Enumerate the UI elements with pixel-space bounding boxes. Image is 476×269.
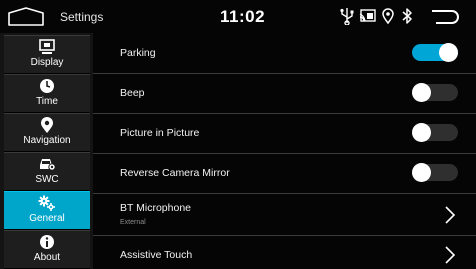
sidebar-item-label: Display bbox=[30, 57, 64, 68]
sidebar-item-label: SWC bbox=[35, 174, 59, 185]
settings-sidebar: Display Time Navigation SWC General Abou… bbox=[0, 33, 93, 269]
sidebar-item-general[interactable]: General bbox=[4, 191, 90, 230]
status-bar: Settings 11:02 bbox=[0, 0, 476, 33]
setting-row-parking[interactable]: Parking bbox=[93, 33, 476, 74]
beep-toggle[interactable] bbox=[412, 83, 458, 102]
toggle-knob bbox=[412, 83, 431, 102]
toggle-knob bbox=[412, 163, 431, 182]
setting-title: BT Microphone bbox=[120, 202, 192, 214]
toggle-knob bbox=[412, 123, 431, 142]
setting-row-picture-in-picture[interactable]: Picture in Picture bbox=[93, 113, 476, 154]
reverse-camera-mirror-toggle[interactable] bbox=[412, 163, 458, 182]
app-title: Settings bbox=[60, 10, 104, 24]
location-icon bbox=[379, 7, 397, 25]
steering-wheel-control-icon bbox=[38, 156, 56, 172]
chevron-right-icon[interactable] bbox=[443, 245, 457, 265]
gears-icon bbox=[38, 195, 56, 211]
sidebar-item-display[interactable]: Display bbox=[4, 35, 90, 74]
sidebar-item-label: General bbox=[29, 213, 65, 224]
bluetooth-icon bbox=[398, 7, 416, 25]
picture-in-picture-toggle[interactable] bbox=[412, 123, 458, 142]
setting-row-assistive-touch[interactable]: Assistive Touch bbox=[93, 235, 476, 269]
usb-icon bbox=[338, 7, 356, 25]
home-icon[interactable] bbox=[4, 7, 48, 27]
location-pin-icon bbox=[38, 117, 56, 133]
clock-icon bbox=[38, 78, 56, 94]
settings-screen: Settings 11:02 Display Time Navigation S… bbox=[0, 0, 476, 269]
sidebar-item-label: Navigation bbox=[23, 135, 71, 146]
parking-toggle[interactable] bbox=[412, 43, 458, 62]
sidebar-item-label: Time bbox=[36, 96, 58, 107]
sidebar-item-label: About bbox=[33, 252, 61, 263]
setting-title: Reverse Camera Mirror bbox=[120, 167, 230, 179]
back-arrow-icon[interactable] bbox=[430, 6, 462, 28]
settings-list: Parking Beep Picture in Picture Reverse … bbox=[93, 33, 476, 269]
setting-row-beep[interactable]: Beep bbox=[93, 73, 476, 114]
setting-title: Beep bbox=[120, 87, 145, 99]
monitor-icon bbox=[38, 39, 56, 55]
setting-title: Parking bbox=[120, 47, 156, 59]
setting-title: Assistive Touch bbox=[120, 249, 193, 261]
sidebar-item-time[interactable]: Time bbox=[4, 74, 90, 113]
setting-row-bt-microphone[interactable]: BT Microphone External bbox=[93, 193, 476, 236]
sidebar-item-about[interactable]: About bbox=[4, 230, 90, 269]
cast-icon bbox=[359, 7, 377, 25]
chevron-right-icon[interactable] bbox=[443, 205, 457, 225]
setting-title: Picture in Picture bbox=[120, 127, 200, 139]
clock: 11:02 bbox=[220, 7, 266, 26]
info-icon bbox=[38, 234, 56, 250]
sidebar-item-swc[interactable]: SWC bbox=[4, 152, 90, 191]
setting-row-reverse-camera-mirror[interactable]: Reverse Camera Mirror bbox=[93, 153, 476, 194]
sidebar-item-navigation[interactable]: Navigation bbox=[4, 113, 90, 152]
setting-subtitle: External bbox=[120, 219, 146, 226]
toggle-knob bbox=[439, 43, 458, 62]
